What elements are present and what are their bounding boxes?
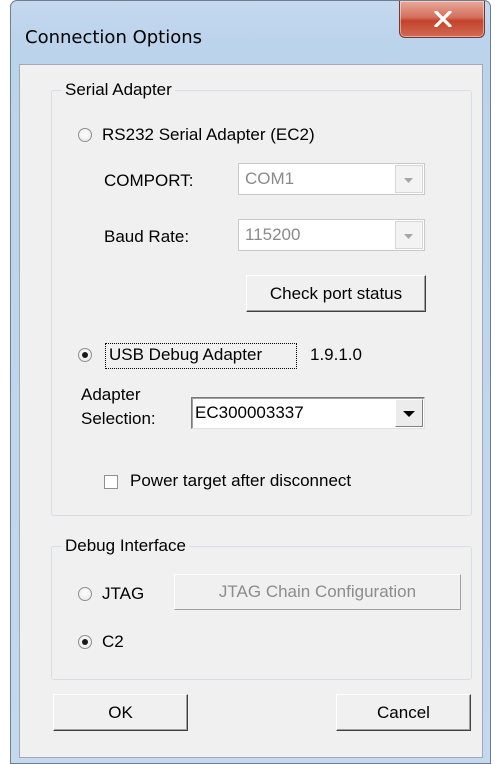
baud-rate-value: 115200: [245, 225, 301, 244]
chevron-down-icon: [403, 411, 415, 417]
adapter-selection-label-line1: Adapter: [81, 385, 141, 404]
comport-select[interactable]: COM1: [238, 163, 425, 195]
rs232-radio[interactable]: [78, 128, 92, 142]
adapter-selection-dropdown-button[interactable]: [395, 399, 423, 427]
debug-interface-group-label: Debug Interface: [62, 536, 189, 556]
power-target-checkbox[interactable]: [104, 475, 118, 489]
usb-debug-adapter-radio[interactable]: [78, 348, 92, 362]
usb-version: 1.9.1.0: [310, 345, 362, 364]
ok-button[interactable]: OK: [53, 694, 188, 731]
baud-rate-select[interactable]: 115200: [238, 219, 425, 251]
window-title: Connection Options: [25, 27, 203, 48]
comport-value: COM1: [245, 169, 295, 188]
jtag-radio[interactable]: [78, 587, 92, 601]
close-x-icon: [434, 11, 452, 27]
jtag-chain-configuration-button[interactable]: JTAG Chain Configuration: [174, 574, 461, 610]
comport-label: COMPORT:: [104, 171, 194, 190]
c2-radio[interactable]: [78, 635, 92, 649]
serial-adapter-group-label: Serial Adapter: [62, 80, 175, 100]
dialog-client-area: Serial Adapter RS232 Serial Adapter (EC2…: [19, 64, 483, 758]
rs232-label[interactable]: RS232 Serial Adapter (EC2): [102, 125, 315, 145]
usb-debug-adapter-label[interactable]: USB Debug Adapter: [109, 345, 262, 365]
baud-rate-label: Baud Rate:: [104, 227, 190, 246]
comport-dropdown-button[interactable]: [395, 165, 423, 193]
cancel-button[interactable]: Cancel: [336, 694, 471, 731]
baud-rate-dropdown-button[interactable]: [395, 221, 423, 249]
chevron-down-icon: [404, 234, 413, 239]
adapter-selection-select[interactable]: EC300003337: [191, 397, 425, 429]
adapter-selection-label-line2: Selection:: [81, 409, 156, 428]
jtag-chain-configuration-label: JTAG Chain Configuration: [218, 582, 417, 601]
connection-options-dialog: Connection Options Serial Adapter RS232 …: [10, 0, 491, 764]
adapter-selection-value: EC300003337: [195, 403, 304, 422]
power-target-label[interactable]: Power target after disconnect: [130, 471, 351, 491]
chevron-down-icon: [404, 178, 413, 183]
cancel-label: Cancel: [377, 703, 430, 722]
debug-interface-group: Debug Interface: [51, 536, 472, 680]
jtag-label[interactable]: JTAG: [102, 584, 144, 604]
ok-label: OK: [108, 703, 133, 722]
check-port-status-button[interactable]: Check port status: [246, 275, 426, 312]
close-button[interactable]: [399, 1, 485, 38]
c2-label[interactable]: C2: [102, 632, 124, 652]
check-port-status-label: Check port status: [269, 284, 403, 303]
